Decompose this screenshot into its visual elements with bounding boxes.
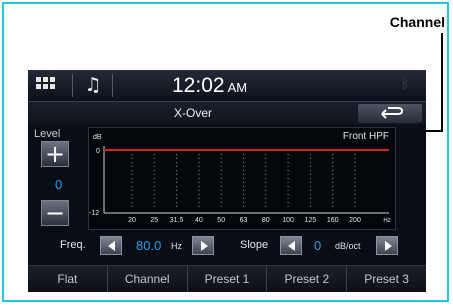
callout-line-vertical <box>441 33 443 131</box>
freq-tick-label: 40 <box>195 217 203 224</box>
status-bar: ♫ 12:02 AM ᛒ <box>28 70 426 102</box>
freq-tick-label: 160 <box>327 217 339 224</box>
channel-name-label: Front HPF <box>342 131 389 142</box>
preset-channel[interactable]: Channel <box>108 266 188 292</box>
hz-label: Hz <box>383 218 390 224</box>
y-top-label: 0 <box>96 148 100 155</box>
freq-tick-label: 80 <box>262 217 270 224</box>
freq-decrease-button[interactable] <box>100 236 122 255</box>
back-arrow-icon <box>381 107 404 119</box>
bluetooth-icon: ᛒ <box>401 76 410 92</box>
freq-tick-label: 100 <box>282 217 294 224</box>
preset-bar: Flat Channel Preset 1 Preset 2 Preset 3 <box>28 265 426 292</box>
page-title: X-Over <box>173 106 212 120</box>
slope-label: Slope <box>240 239 269 251</box>
slope-unit: dB/oct <box>335 241 361 251</box>
preset-1[interactable]: Preset 1 <box>188 266 268 292</box>
crossover-graph: 20 25 31.5 40 50 63 80 100 125 160 200 dB 0 -12 Hz Fro… <box>88 127 396 230</box>
audio-setup-icon[interactable]: ♫ <box>80 73 106 97</box>
slope-decrease-button[interactable] <box>280 236 302 255</box>
crossover-graph-canvas: 20 25 31.5 40 50 63 80 100 125 160 200 dB 0 -12 Hz <box>89 134 391 224</box>
freq-tick-label: 63 <box>240 217 248 224</box>
preset-3[interactable]: Preset 3 <box>347 266 426 292</box>
triangle-right-icon <box>201 241 208 251</box>
level-up-button[interactable]: + <box>41 141 69 167</box>
freq-tick-label: 31.5 <box>170 217 184 224</box>
preset-2[interactable]: Preset 2 <box>267 266 348 292</box>
triangle-left-icon <box>288 241 295 251</box>
freq-unit: Hz <box>171 241 182 251</box>
level-value: 0 <box>55 177 63 192</box>
slope-increase-button[interactable] <box>376 236 398 255</box>
clock-time: 12:02 <box>172 74 225 97</box>
triangle-right-icon <box>385 241 392 251</box>
freq-tick-label: 125 <box>305 217 317 224</box>
slope-value: 0 <box>314 238 322 253</box>
freq-tick-label: 25 <box>150 217 158 224</box>
clock: 12:02 AM <box>172 73 247 101</box>
callout-label: Channel <box>389 14 445 30</box>
menu-grid-icon[interactable] <box>36 77 56 93</box>
level-down-button[interactable]: − <box>41 200 69 226</box>
back-button[interactable] <box>358 104 422 123</box>
triangle-left-icon <box>108 241 115 251</box>
head-unit-screen: ♫ 12:02 AM ᛒ X-Over Level + 0 − 20 25 31.5 4… <box>28 70 426 292</box>
level-label: Level <box>34 128 61 140</box>
db-unit-label: dB <box>93 134 102 141</box>
freq-increase-button[interactable] <box>192 236 214 255</box>
divider <box>112 74 113 97</box>
freq-tick-label: 200 <box>349 217 361 224</box>
preset-flat[interactable]: Flat <box>28 266 108 292</box>
divider <box>72 74 73 97</box>
freq-value: 80.0 <box>136 238 162 253</box>
freq-tick-label: 20 <box>128 217 136 224</box>
y-bottom-label: -12 <box>89 210 99 217</box>
title-bar: X-Over <box>28 102 426 125</box>
freq-tick-label: 50 <box>217 217 225 224</box>
freq-label: Freq. <box>60 239 86 251</box>
clock-ampm: AM <box>227 80 248 95</box>
